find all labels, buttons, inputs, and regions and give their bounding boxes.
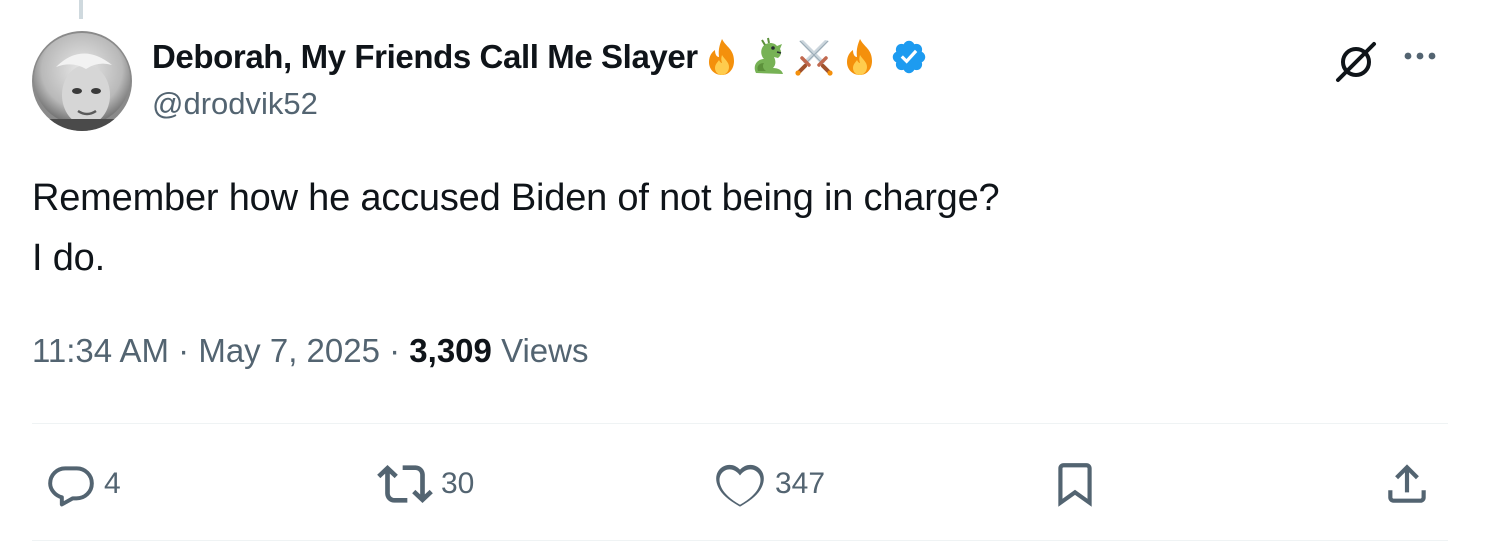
reply-button[interactable]: 4 [46,456,121,512]
author-name-row[interactable]: Deborah, My Friends Call Me Slayer [152,34,928,80]
author-display-name[interactable]: Deborah, My Friends Call Me Slayer [152,38,698,76]
fire-emoji-icon [700,35,744,79]
fire-emoji-icon [838,35,882,79]
meta-separator: · [178,332,190,369]
verified-badge-icon[interactable] [890,38,928,76]
tweet-text-line: I do. [32,237,105,279]
bookmark-icon [1050,459,1100,509]
like-count: 347 [775,467,826,500]
divider [32,423,1448,424]
reply-count: 4 [104,467,121,500]
meta-separator: · [389,332,401,369]
divider [32,540,1448,541]
repost-count: 30 [441,467,475,500]
share-button[interactable] [1382,456,1432,512]
like-button[interactable]: 347 [713,456,825,512]
heart-icon [713,457,767,511]
dragon-emoji-icon [746,35,790,79]
tweet-date[interactable]: May 7, 2025 [198,332,380,369]
avatar[interactable] [32,31,132,131]
tweet-text: Remember how he accused Biden of not bei… [32,168,1000,288]
repost-icon [377,456,433,512]
share-icon [1382,459,1432,509]
thread-connector-line [79,0,83,19]
repost-button[interactable]: 30 [377,456,474,512]
grok-icon[interactable] [1332,38,1380,86]
tweet-meta: 11:34 AM · May 7, 2025 · 3,309 Views [32,332,589,370]
views-label: Views [501,332,589,369]
tweet-time[interactable]: 11:34 AM [32,332,169,369]
author-handle[interactable]: @drodvik52 [152,86,318,122]
views-count: 3,309 [409,332,492,369]
more-icon[interactable] [1396,38,1444,78]
crossed-swords-emoji-icon [792,35,836,79]
reply-icon [46,459,96,509]
tweet-text-line: Remember how he accused Biden of not bei… [32,177,1000,219]
bookmark-button[interactable] [1050,456,1100,512]
